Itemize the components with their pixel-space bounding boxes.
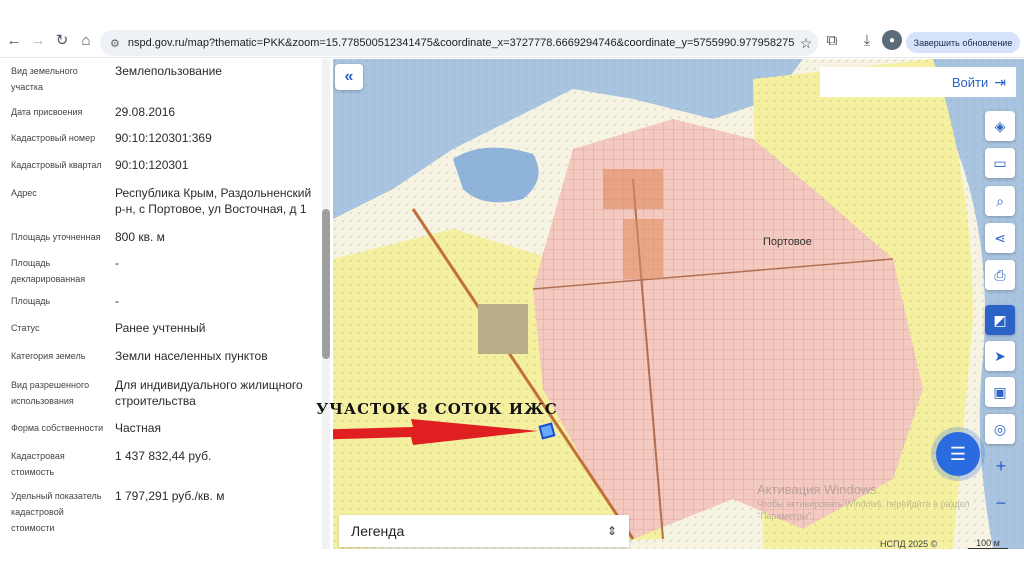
buildings-cluster (603, 169, 663, 209)
town-label: Портовое (763, 236, 812, 248)
detail-label: Удельный показатель кадастровой стоимост… (11, 491, 102, 533)
ruler-icon[interactable]: ▭ (985, 148, 1015, 178)
detail-value: 800 кв. м (115, 230, 165, 244)
detail-value: 1 437 832,44 руб. (115, 449, 212, 463)
locate-icon[interactable]: ➤ (985, 341, 1015, 371)
detail-label: Категория земель (11, 351, 86, 361)
home-icon[interactable]: ⌂ (76, 30, 96, 50)
detail-value: Для индивидуального жилищного строительс… (115, 378, 303, 408)
legend-label: Легенда (351, 523, 405, 539)
selected-plot-marker (538, 422, 556, 440)
sidebar-scrollbar[interactable] (322, 59, 330, 549)
reload-icon[interactable]: ↻ (52, 30, 72, 50)
detail-value: Земли населенных пунктов (115, 349, 268, 363)
detail-label: Статус (11, 323, 40, 333)
details-panel: Вид земельного участка Землепользование … (0, 59, 333, 549)
address-bar[interactable]: ⚙ nspd.gov.ru/map?thematic=PKK&zoom=15.7… (100, 30, 818, 56)
windows-watermark-line: Чтобы активировать Windows, перейдите в … (757, 499, 970, 509)
detail-value: Частная (115, 421, 161, 435)
update-button[interactable]: Завершить обновление (906, 32, 1020, 53)
detail-label: Площадь декларированная (11, 258, 86, 284)
login-label: Войти (951, 74, 989, 90)
print-icon[interactable]: ⎙ (985, 260, 1015, 290)
chat-icon[interactable]: ☰ (936, 432, 980, 476)
windows-watermark-line: "Параметры". (757, 511, 814, 521)
buildings-cluster (623, 219, 663, 279)
detail-label: Площадь (11, 296, 51, 306)
detail-value: 1 797,291 руб./кв. м (115, 489, 225, 503)
detail-value: Республика Крым, Раздольненский р-н, с П… (115, 186, 312, 216)
bookmark-star-icon[interactable]: ☆ (794, 35, 818, 52)
pin-icon[interactable]: ◎ (985, 414, 1015, 444)
windows-watermark: Активация Windows (757, 482, 877, 497)
legend-dropdown[interactable]: Легенда ⇕ (339, 515, 629, 547)
search-area-icon[interactable]: ⌕ (985, 186, 1015, 216)
site-info-icon[interactable]: ⚙ (110, 37, 120, 50)
detail-label: Вид земельного участка (11, 66, 78, 92)
detail-label: Адрес (11, 188, 37, 198)
layers-icon[interactable]: ◈ (985, 111, 1015, 141)
scrollbar-thumb[interactable] (322, 209, 330, 359)
cadastral-map[interactable]: Портовое (333, 59, 1024, 549)
map-credit: НСПД 2025 © (880, 539, 938, 549)
forward-icon[interactable]: → (28, 30, 48, 50)
bottom-strip (0, 549, 1024, 576)
detail-value: 29.08.2016 (115, 105, 176, 119)
detail-label: Площадь уточненная (11, 232, 101, 242)
map-canvas (333, 59, 1024, 549)
detail-label: Кадастровая стоимость (11, 451, 65, 477)
share-icon[interactable]: ⋖ (985, 223, 1015, 253)
detail-value: Ранее учтенный (115, 321, 206, 335)
collapse-panel-button[interactable]: « (335, 64, 363, 90)
zoom-out-icon[interactable]: − (988, 490, 1014, 516)
extensions-icon[interactable]: ⧉ (822, 30, 842, 50)
url-text: nspd.gov.ru/map?thematic=PKK&zoom=15.778… (127, 37, 794, 49)
back-icon[interactable]: ← (4, 30, 24, 50)
login-icon: ⇥ (994, 73, 1006, 90)
detail-label: Дата присвоения (11, 107, 83, 117)
detail-value: 90:10:120301:369 (115, 131, 212, 145)
detail-label: Кадастровый квартал (11, 160, 102, 170)
detail-value: Землепользование (115, 64, 222, 78)
screen-icon[interactable]: ▣ (985, 377, 1015, 407)
detail-label: Форма собственности (11, 423, 104, 433)
profile-avatar[interactable]: ● (882, 30, 902, 50)
zoom-in-icon[interactable]: + (988, 453, 1014, 479)
detail-value: 90:10:120301 (115, 158, 189, 172)
grey-plot (478, 304, 528, 354)
plot-caption: УЧАСТОК 8 СОТОК ИЖС (316, 400, 558, 418)
download-icon[interactable]: ⤓ (857, 30, 877, 50)
login-button[interactable]: Войти ⇥ (820, 67, 1016, 97)
detail-value: - (115, 256, 119, 270)
detail-label: Кадастровый номер (11, 133, 96, 143)
nspd-logo-icon[interactable]: ◩ (985, 305, 1015, 335)
browser-toolbar: ← → ↻ ⌂ ⚙ nspd.gov.ru/map?thematic=PKK&z… (0, 0, 1024, 58)
detail-value: - (115, 294, 119, 308)
detail-label: Вид разрешенного использования (11, 380, 90, 406)
chevron-updown-icon: ⇕ (606, 524, 617, 538)
